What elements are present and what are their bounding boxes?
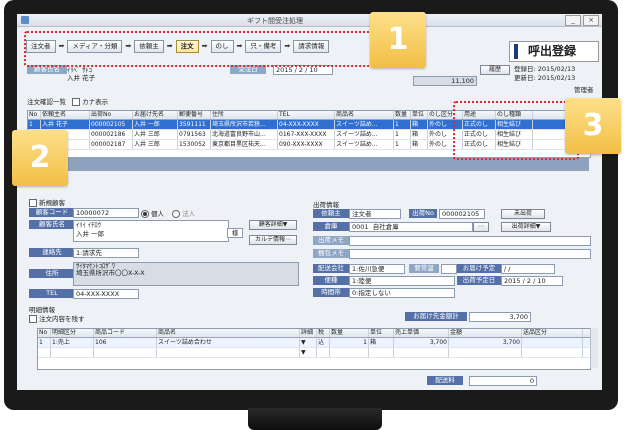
table-row[interactable]: ▼ (38, 348, 590, 358)
time-label: 時間帯 (313, 288, 349, 297)
callout-3-highlight (453, 101, 579, 160)
corporate-radio[interactable] (172, 210, 181, 218)
copy-order-option: 注文内容を残す (29, 313, 85, 323)
contact-select[interactable]: 1:請求先 (73, 248, 139, 258)
service-select[interactable]: 1:陸便 (349, 276, 455, 286)
table-row[interactable]: 1 1:売上 106 スイーツ詰め合わせ ▼ 込 1 箱 3,700 3,700 (38, 338, 590, 348)
delivery-date-field[interactable]: / / (501, 264, 555, 274)
customer-name-field[interactable]: ｲﾘｲ ｲﾁﾛｳ 入井 一郎 (73, 220, 229, 242)
customer-name: 入井 花子 (67, 74, 96, 82)
ship-no-label: 出荷No (409, 209, 437, 218)
shipping-title: 出荷情報 (313, 201, 339, 209)
window-title: ギフト間受注処理 (247, 17, 303, 25)
carrier-label: 配送会社 (313, 264, 349, 273)
record-dates: 登録日: 2015/02/13 更新日: 2015/02/13 (514, 65, 576, 82)
ship-memo-field[interactable] (349, 236, 591, 246)
warehouse-lookup-button[interactable]: ⋯ (473, 222, 489, 232)
tel-label: TEL (29, 289, 75, 298)
customer-type: 個人 法人 (141, 208, 195, 218)
time-select[interactable]: 0:指定しない (349, 288, 455, 298)
shipping-fee-label: 配送料 (427, 376, 463, 385)
delivery-total-label: お届け先金額計 (405, 312, 467, 321)
ship-date-label: 出荷予定日 (457, 276, 501, 285)
delivery-memo-label: 梱包メモ (313, 249, 349, 258)
carrier-select[interactable]: 1:佐川急便 (349, 264, 405, 274)
details-table: No 明細区分 商品コード 商品名 詳細 税 数量 単位 売上単価 金額 送品区… (37, 328, 591, 370)
temperature-select[interactable] (441, 264, 457, 274)
warehouse-label: 倉庫 (313, 222, 349, 231)
new-customer-checkbox[interactable] (29, 199, 37, 207)
close-button[interactable]: × (583, 15, 599, 26)
customer-details-button[interactable]: 顧客詳細▼ (249, 220, 297, 230)
app-window: ギフト間受注処理 _ × 注文者 ➡ メディア・分類 ➡ 依頼主 ➡ 注文 ➡ … (17, 14, 602, 390)
requester-select[interactable]: 注文者 (349, 209, 401, 219)
customer-name-value: 入井 一郎 (76, 230, 105, 238)
kana-toggle-checkbox[interactable] (72, 98, 81, 106)
address-field[interactable]: ｻｲﾀﾏｹﾝﾄｺﾛｻﾞﾜ 埼玉県所沢市〇〇X-X-X (73, 262, 299, 286)
tel-field[interactable]: 04-XXX-XXXX (73, 289, 139, 299)
monitor-stand (248, 408, 382, 430)
registered-date: 2015/02/13 (537, 65, 576, 73)
callout-1-highlight (24, 31, 373, 67)
delivery-memo-field[interactable] (349, 249, 591, 259)
manager-name: 管理者 (574, 86, 594, 94)
title-accent (514, 44, 518, 59)
unshipped-button[interactable]: 未出荷 (501, 209, 545, 219)
warehouse-field[interactable]: 0001 自社倉庫 (349, 222, 473, 232)
shipping-fee-value: 0 (469, 376, 537, 386)
address-line1: 埼玉県所沢市〇〇X-X-X (76, 269, 145, 277)
requester-label: 依頼主 (313, 209, 349, 218)
individual-radio[interactable] (141, 210, 149, 218)
copy-order-checkbox[interactable] (29, 315, 37, 323)
ship-detail-button[interactable]: 出荷詳細▼ (501, 222, 551, 232)
history-button[interactable]: 履歴 (480, 65, 510, 75)
kana-toggle-label: カナ表示 (82, 98, 109, 106)
delivery-date-label: お届け予定 (457, 264, 501, 273)
address-label: 住所 (29, 269, 75, 278)
customer-code-field[interactable]: 10000072 (73, 208, 139, 218)
callout-badge-2: 2 (12, 130, 68, 186)
screen-title-box: 呼出登録 (509, 41, 599, 62)
details-scrollbar[interactable] (590, 328, 598, 368)
title-bar: ギフト間受注処理 _ × (17, 14, 602, 27)
new-customer-option: 新規顧客 (29, 197, 65, 207)
app-icon (21, 16, 29, 24)
ship-date-field[interactable]: 2015 / 2 / 10 (501, 276, 563, 286)
order-list-title: 注文確認一覧 カナ表示 (27, 98, 109, 106)
customer-code-label: 顧客コード (29, 208, 75, 217)
updated-date: 2015/02/13 (537, 74, 576, 82)
contact-label: 連絡先 (29, 248, 75, 257)
karte-info-button[interactable]: カルテ情報⋯ (249, 235, 297, 245)
ship-no-field[interactable]: 000002105 (439, 209, 485, 219)
service-label: 便種 (313, 276, 349, 285)
table-header: No 明細区分 商品コード 商品名 詳細 税 数量 単位 売上単価 金額 送品区… (38, 329, 590, 338)
customer-kana-value: ｲﾘｲ ｲﾁﾛｳ (76, 221, 101, 229)
temperature-label: 要常温 (409, 264, 439, 273)
callout-badge-3: 3 (565, 98, 621, 154)
ship-memo-label: 出荷メモ (313, 236, 349, 245)
honorific: 様 (227, 228, 243, 238)
minimize-button[interactable]: _ (565, 15, 581, 26)
callout-badge-1: 1 (370, 12, 426, 68)
delivery-total-value: 3,700 (469, 312, 531, 322)
customer-name-field-label: 顧客氏名 (29, 220, 75, 229)
amount-value: 11,100 (413, 76, 477, 86)
screen-title: 呼出登録 (528, 44, 577, 58)
